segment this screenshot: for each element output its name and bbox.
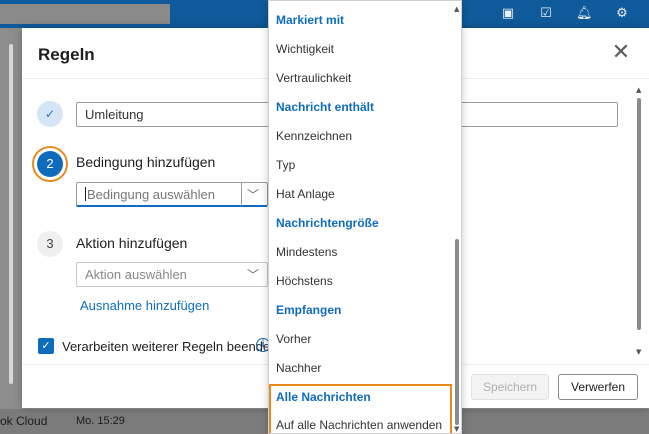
scroll-up-icon[interactable]: ▲ [636, 86, 641, 94]
step-2-badge: 2 [37, 151, 63, 177]
group-header: Nachrichtengröße [276, 216, 379, 230]
dropdown-option[interactable]: Nachher [276, 355, 452, 381]
condition-placeholder: Bedingung auswählen [87, 187, 215, 202]
chevron-down-icon[interactable]: ﹀ [247, 266, 259, 283]
background-scrollbar[interactable] [9, 44, 13, 384]
mail-time: Mo. 15:29 [76, 415, 125, 427]
stop-processing-checkbox[interactable]: ✓ [38, 338, 54, 354]
dropdown-scrollbar[interactable]: ▲ ▼ [452, 1, 461, 433]
dropdown-option[interactable]: Vorher [276, 326, 452, 352]
dialog-scrollbar[interactable]: ▲ ▼ [634, 86, 644, 362]
dropdown-option[interactable]: Mindestens [276, 239, 452, 265]
dropdown-option[interactable]: Wichtigkeit [276, 36, 452, 62]
teams-icon[interactable]: ▣ [500, 6, 516, 22]
condition-select[interactable]: Bedingung auswählen ﹀ [76, 182, 268, 207]
checklist-icon[interactable]: ☑ [538, 6, 554, 22]
bell-icon[interactable]: 🔔︎ [576, 6, 593, 22]
action-heading: Aktion hinzufügen [76, 235, 188, 251]
add-exception-link[interactable]: Ausnahme hinzufügen [80, 298, 209, 313]
all-messages-highlight [269, 384, 452, 433]
scroll-down-icon[interactable]: ▼ [454, 425, 459, 433]
dialog-title: Regeln [38, 45, 95, 64]
scroll-up-icon[interactable]: ▲ [454, 5, 459, 13]
scroll-thumb[interactable] [637, 98, 641, 330]
stop-processing-label: Verarbeiten weiterer Regeln beenden [62, 339, 278, 354]
group-header: Markiert mit [276, 13, 345, 27]
background-left-pane [0, 28, 22, 408]
dropdown-option[interactable]: Kennzeichnen [276, 123, 452, 149]
dropdown-option[interactable]: Höchstens [276, 268, 452, 294]
condition-dropdown-list: Markiert mit Wichtigkeit Vertraulichkeit… [268, 0, 462, 434]
text-caret [85, 187, 86, 201]
action-placeholder: Aktion auswählen [85, 267, 187, 282]
scroll-down-icon[interactable]: ▼ [636, 348, 641, 356]
scroll-thumb[interactable] [455, 239, 459, 425]
step-3-badge: 3 [37, 231, 63, 257]
close-icon[interactable]: ✕ [610, 42, 632, 64]
dropdown-option[interactable]: Vertraulichkeit [276, 65, 452, 91]
dropdown-option[interactable]: Hat Anlage [276, 181, 452, 207]
condition-heading: Bedingung hinzufügen [76, 154, 216, 170]
discard-button[interactable]: Verwerfen [558, 374, 638, 400]
chevron-down-icon[interactable]: ﹀ [247, 186, 259, 203]
step-1-check-icon: ✓ [37, 101, 63, 127]
mail-sender: ok Cloud [0, 414, 48, 428]
group-header: Nachricht enthält [276, 100, 375, 114]
search-box[interactable] [0, 4, 170, 24]
save-button[interactable]: Speichern [471, 374, 549, 400]
gear-icon[interactable]: ⚙ [614, 6, 630, 22]
group-header: Empfangen [276, 303, 342, 317]
dropdown-option[interactable]: Typ [276, 152, 452, 178]
action-select[interactable]: Aktion auswählen ﹀ [76, 262, 268, 287]
